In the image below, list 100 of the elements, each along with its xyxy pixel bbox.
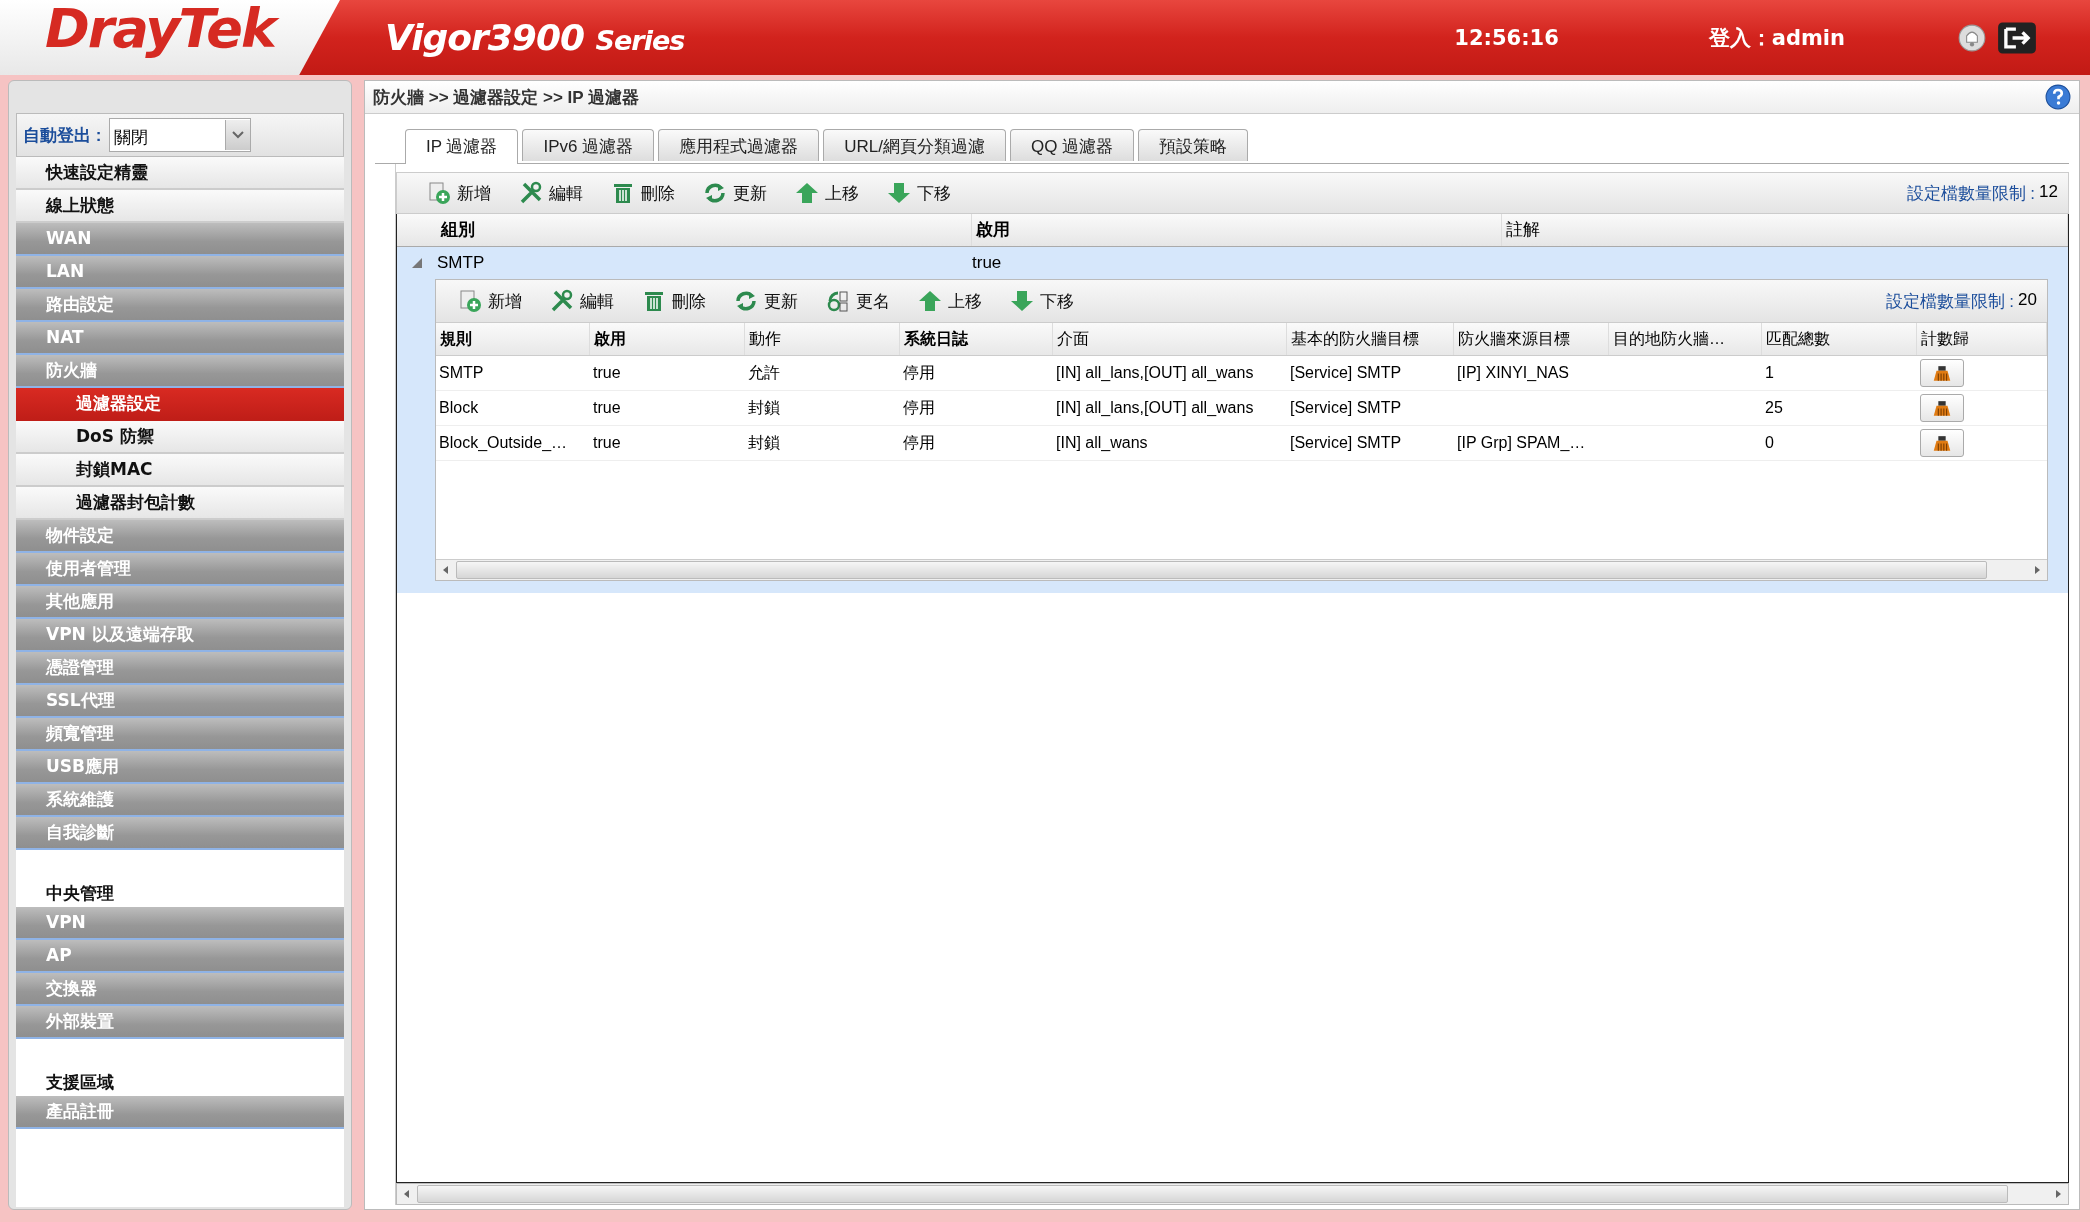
column-header[interactable]: 啟用	[972, 214, 1502, 246]
up-icon	[795, 181, 819, 205]
group-row[interactable]: SMTP true	[397, 247, 2068, 279]
edit-icon	[550, 289, 574, 313]
tab[interactable]: IP 過濾器	[405, 129, 519, 164]
column-header[interactable]: 組別	[437, 214, 972, 246]
tab[interactable]: 預設策略	[1138, 129, 1249, 161]
down-icon	[887, 181, 911, 205]
table-cell-text: true	[593, 398, 621, 418]
table-cell-text: [Service] SMTP	[1290, 363, 1402, 383]
table-cell-text: Block	[439, 398, 479, 418]
table-cell-text: [Service] SMTP	[1290, 433, 1402, 453]
broom-icon	[1931, 399, 1953, 417]
down-icon	[1010, 289, 1034, 313]
delete-icon	[642, 289, 666, 313]
caret-icon	[232, 131, 245, 139]
column-header[interactable]: 匹配總數	[1762, 323, 1917, 355]
sidebar-item[interactable]: 中央管理	[16, 850, 344, 907]
bell-icon[interactable]	[1957, 22, 1987, 53]
horizontal-scrollbar[interactable]	[396, 1183, 2069, 1205]
toolbar-button[interactable]: 編輯	[513, 179, 589, 207]
table-cell-text: [IN] all_lans,[OUT] all_wans	[1056, 398, 1254, 418]
table-cell-text: 停用	[903, 363, 935, 383]
auto-logout-label: 自動登出 :	[23, 124, 102, 147]
sidebar-item[interactable]: 封鎖MAC	[16, 454, 344, 487]
toolbar-button[interactable]: 新增	[452, 287, 528, 315]
scroll-left-icon[interactable]	[402, 1189, 412, 1199]
help-icon[interactable]	[2045, 84, 2071, 110]
edit-icon	[519, 181, 543, 205]
toolbar-button[interactable]: 編輯	[544, 287, 620, 315]
up-icon	[918, 289, 942, 313]
login-text: 登入：admin	[1708, 24, 1845, 52]
column-header[interactable]: 基本的防火牆目標	[1287, 323, 1454, 355]
limit-value: 20	[2018, 289, 2037, 311]
toolbar-button[interactable]: 更名	[820, 287, 896, 315]
column-header[interactable]: 計數歸	[1917, 323, 2047, 355]
sidebar-item[interactable]: 快速設定精靈	[16, 157, 344, 190]
toolbar-button[interactable]: 刪除	[605, 179, 681, 207]
tab[interactable]: IPv6 過濾器	[522, 129, 655, 161]
scroll-right-icon[interactable]	[2053, 1189, 2063, 1199]
rename-icon	[826, 289, 850, 313]
table-cell-text: 封鎖	[748, 433, 780, 453]
horizontal-scrollbar[interactable]	[436, 559, 2047, 580]
table-cell-text: [IN] all_wans	[1056, 433, 1148, 453]
table-cell-text: true	[593, 433, 621, 453]
column-header[interactable]: 系統日誌	[900, 323, 1053, 355]
table-cell-text: Block_Outside_…	[439, 433, 568, 453]
tab[interactable]: 應用程式過濾器	[658, 129, 820, 161]
toolbar-button[interactable]: 上移	[789, 179, 865, 207]
toolbar-button[interactable]: 下移	[1004, 287, 1080, 315]
reset-counter-button[interactable]	[1920, 429, 1964, 457]
column-header[interactable]: 啟用	[590, 323, 745, 355]
toolbar-button[interactable]: 上移	[912, 287, 988, 315]
table-cell-text: [IP] XINYI_NAS	[1457, 363, 1570, 383]
reset-counter-button[interactable]	[1920, 359, 1964, 387]
tab[interactable]: QQ 過濾器	[1009, 129, 1135, 161]
table-cell-text: 0	[1765, 433, 1774, 453]
expand-icon[interactable]	[411, 257, 423, 269]
toolbar-button[interactable]: 新增	[421, 179, 497, 207]
scroll-right-icon[interactable]	[2032, 565, 2042, 575]
scroll-left-icon[interactable]	[441, 565, 451, 575]
refresh-icon	[703, 181, 727, 205]
sidebar-item[interactable]: 線上狀態	[16, 190, 344, 223]
column-header[interactable]: 規則	[436, 323, 590, 355]
sidebar-item[interactable]: 過濾器設定	[16, 388, 344, 421]
table-cell-text: true	[593, 363, 621, 383]
reset-counter-button[interactable]	[1920, 394, 1964, 422]
table-cell-text: SMTP	[439, 363, 484, 383]
tab[interactable]: URL/網頁分類過濾	[823, 129, 1006, 161]
toolbar-button[interactable]: 刪除	[636, 287, 712, 315]
table-cell-text: [IP Grp] SPAM_…	[1457, 433, 1586, 453]
table-cell-text: 停用	[903, 433, 935, 453]
column-header[interactable]: 介面	[1053, 323, 1287, 355]
sidebar-item[interactable]: 支援區域	[16, 1039, 344, 1096]
column-header[interactable]: 動作	[745, 323, 900, 355]
table-cell-text: 1	[1765, 363, 1774, 383]
auto-logout-select[interactable]: 關閉	[109, 118, 252, 152]
add-icon	[427, 181, 451, 205]
table-cell-text: 25	[1765, 398, 1783, 418]
delete-icon	[611, 181, 635, 205]
table-cell-text: true	[972, 252, 1003, 274]
table-cell-text: SMTP	[437, 252, 486, 274]
limit-label: 設定檔數量限制 :	[1885, 290, 2015, 313]
toolbar-button[interactable]: 更新	[697, 179, 773, 207]
column-header[interactable]: 目的地防火牆…	[1609, 323, 1762, 355]
sidebar-item[interactable]: DoS 防禦	[16, 421, 344, 454]
table-cell-text: 允許	[748, 363, 780, 383]
toolbar-button[interactable]: 更新	[728, 287, 804, 315]
column-header[interactable]: 註解	[1502, 214, 2068, 246]
breadcrumb: 防火牆 >> 過濾器設定 >> IP 過濾器	[373, 86, 641, 109]
add-icon	[458, 289, 482, 313]
refresh-icon	[734, 289, 758, 313]
table-cell-text: [Service] SMTP	[1290, 398, 1402, 418]
sidebar-item[interactable]: 過濾器封包計數	[16, 487, 344, 520]
table-cell-text: [IN] all_lans,[OUT] all_wans	[1056, 363, 1254, 383]
logout-icon[interactable]	[1997, 20, 2037, 55]
broom-icon	[1931, 434, 1953, 452]
product-name: Vigor3900 Series	[385, 17, 685, 58]
column-header[interactable]: 防火牆來源目標	[1454, 323, 1609, 355]
toolbar-button[interactable]: 下移	[881, 179, 957, 207]
